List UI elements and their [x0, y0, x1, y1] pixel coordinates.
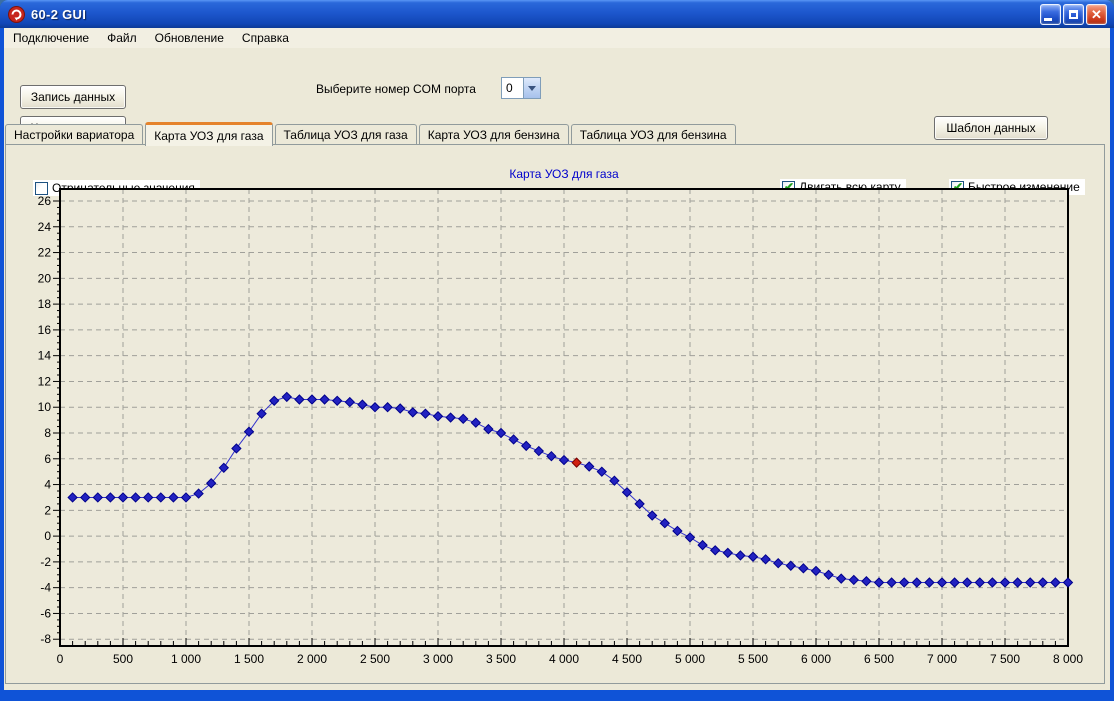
chart-svg[interactable]: -8-6-4-20246810121416182022242605001 000… — [0, 185, 1114, 690]
x-axis-label: 7 500 — [990, 652, 1020, 666]
x-axis-label: 0 — [57, 652, 64, 666]
x-axis-label: 5 500 — [738, 652, 768, 666]
y-axis-label: 26 — [38, 194, 52, 208]
y-axis-label: 14 — [38, 349, 52, 363]
x-axis-label: 5 000 — [675, 652, 705, 666]
y-axis-label: 2 — [44, 503, 51, 517]
com-port-value: 0 — [502, 78, 523, 98]
template-data-button[interactable]: Шаблон данных — [934, 116, 1048, 140]
y-axis-label: 20 — [38, 271, 52, 285]
x-axis-label: 8 000 — [1053, 652, 1083, 666]
x-axis-label: 500 — [113, 652, 133, 666]
x-axis-label: 2 000 — [297, 652, 327, 666]
y-axis-label: 8 — [44, 426, 51, 440]
y-axis-label: 24 — [38, 220, 52, 234]
minimize-button[interactable] — [1040, 4, 1061, 25]
maximize-button[interactable] — [1063, 4, 1084, 25]
y-axis-label: -8 — [40, 632, 51, 646]
x-axis-label: 7 000 — [927, 652, 957, 666]
title-bar[interactable]: 60-2 GUI ✕ — [0, 0, 1114, 28]
tab-petrol-map[interactable]: Карта УОЗ для бензина — [419, 124, 569, 145]
x-axis-label: 1 000 — [171, 652, 201, 666]
app-window: 60-2 GUI ✕ Подключение Файл Обновление С… — [0, 0, 1114, 701]
chevron-down-icon[interactable] — [523, 78, 540, 98]
x-axis-label: 6 000 — [801, 652, 831, 666]
chart-title: Карта УОЗ для газа — [7, 167, 1114, 181]
tab-gas-map[interactable]: Карта УОЗ для газа — [145, 122, 272, 146]
menu-update[interactable]: Обновление — [146, 28, 233, 48]
x-axis-label: 6 500 — [864, 652, 894, 666]
menu-connection[interactable]: Подключение — [4, 28, 98, 48]
y-axis-label: 22 — [38, 246, 52, 260]
y-axis-label: 4 — [44, 478, 51, 492]
window-title: 60-2 GUI — [31, 7, 1040, 22]
x-axis-label: 2 500 — [360, 652, 390, 666]
x-axis-label: 3 000 — [423, 652, 453, 666]
com-port-select[interactable]: 0 — [501, 77, 541, 99]
x-axis-label: 1 500 — [234, 652, 264, 666]
menu-file[interactable]: Файл — [98, 28, 146, 48]
y-axis-label: 18 — [38, 297, 52, 311]
y-axis-label: -2 — [40, 555, 51, 569]
com-port-label: Выберите номер COM порта — [316, 82, 476, 96]
x-axis-label: 4 000 — [549, 652, 579, 666]
ignition-map-chart[interactable]: -8-6-4-20246810121416182022242605001 000… — [0, 185, 1114, 690]
close-icon: ✕ — [1091, 8, 1102, 21]
tab-variator-settings[interactable]: Настройки вариатора — [5, 124, 143, 145]
y-axis-label: -6 — [40, 606, 51, 620]
close-button[interactable]: ✕ — [1086, 4, 1107, 25]
write-data-button[interactable]: Запись данных — [20, 85, 126, 109]
y-axis-label: 6 — [44, 452, 51, 466]
tab-petrol-table[interactable]: Таблица УОЗ для бензина — [571, 124, 736, 145]
menu-bar: Подключение Файл Обновление Справка — [4, 28, 1110, 48]
y-axis-label: 12 — [38, 374, 52, 388]
tab-gas-table[interactable]: Таблица УОЗ для газа — [275, 124, 417, 145]
y-axis-label: -4 — [40, 581, 51, 595]
menu-help[interactable]: Справка — [233, 28, 298, 48]
y-axis-label: 0 — [44, 529, 51, 543]
tab-strip: Настройки вариатора Карта УОЗ для газа Т… — [5, 121, 738, 145]
x-axis-label: 3 500 — [486, 652, 516, 666]
y-axis-label: 10 — [38, 400, 52, 414]
minimize-icon — [1044, 18, 1052, 21]
maximize-icon — [1069, 10, 1078, 19]
x-axis-label: 4 500 — [612, 652, 642, 666]
app-icon — [8, 6, 25, 23]
y-axis-label: 16 — [38, 323, 52, 337]
